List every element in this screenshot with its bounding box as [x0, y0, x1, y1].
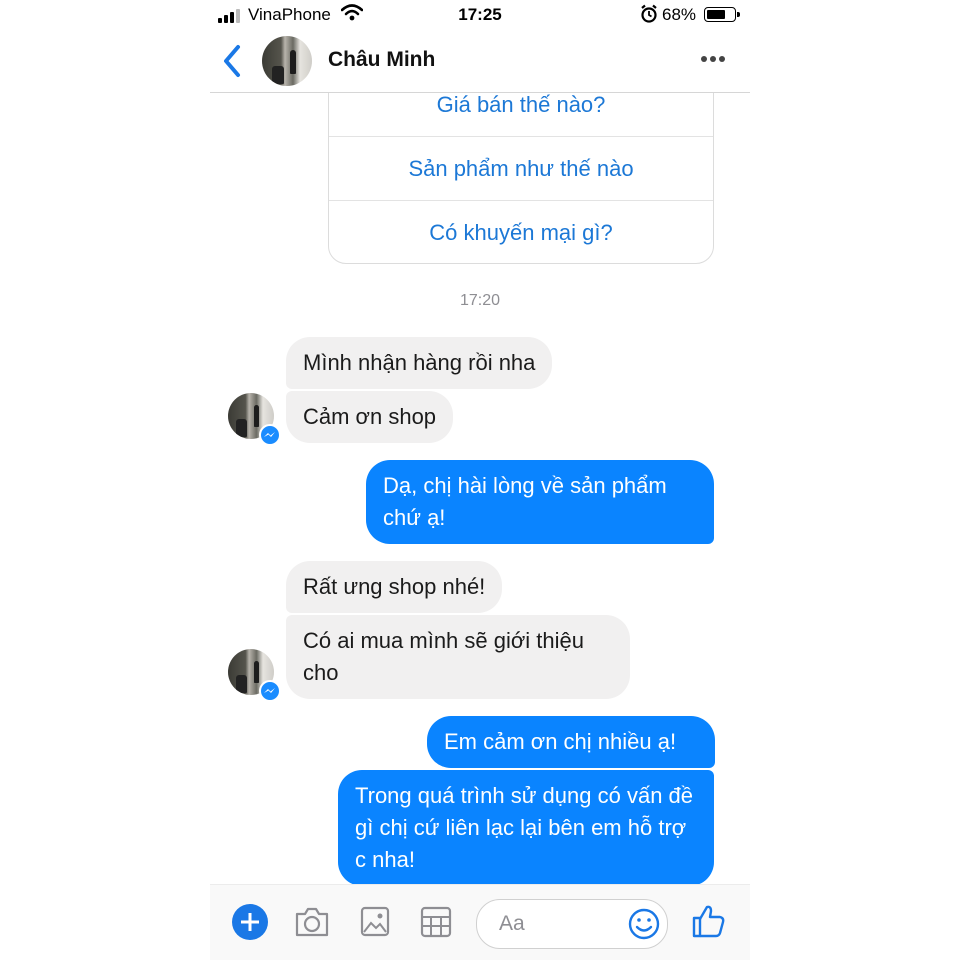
- sender-avatar[interactable]: [228, 649, 281, 702]
- emoji-icon[interactable]: [627, 907, 661, 941]
- quick-reply-product[interactable]: Sản phẩm như thế nào: [329, 136, 713, 201]
- outgoing-message[interactable]: Dạ, chị hài lòng về sản phẩm chứ ạ!: [366, 460, 714, 544]
- chat-header: Châu Minh: [210, 30, 750, 93]
- photo-icon[interactable]: [360, 905, 390, 939]
- status-bar: VinaPhone 17:25 68%: [210, 0, 750, 30]
- sticker-grid-icon[interactable]: [420, 905, 452, 939]
- incoming-message[interactable]: Mình nhận hàng rồi nha: [286, 337, 553, 389]
- incoming-message[interactable]: Cảm ơn shop: [286, 391, 454, 443]
- contact-name[interactable]: Châu Minh: [328, 48, 435, 72]
- plus-icon[interactable]: [232, 904, 268, 940]
- contact-avatar[interactable]: [262, 36, 312, 86]
- battery-icon: [704, 7, 740, 22]
- incoming-message[interactable]: Rất ưng shop nhé!: [286, 561, 503, 613]
- quick-reply-promotion[interactable]: Có khuyến mại gì?: [329, 200, 713, 265]
- more-options-icon[interactable]: [700, 54, 726, 64]
- messenger-chat-screen: VinaPhone 17:25 68% Châu Minh Giá bán th…: [210, 0, 750, 960]
- sender-avatar[interactable]: [228, 393, 281, 446]
- incoming-message[interactable]: Có ai mua mình sẽ giới thiệu cho: [286, 615, 630, 699]
- message-input-placeholder: Aa: [499, 912, 525, 935]
- messenger-badge-icon: [259, 680, 281, 702]
- like-thumb-icon[interactable]: [690, 903, 726, 939]
- outgoing-message[interactable]: Trong quá trình sử dụng có vấn đề gì chị…: [338, 770, 714, 886]
- message-input[interactable]: Aa: [476, 899, 668, 949]
- message-timestamp: 17:20: [459, 292, 501, 309]
- messenger-badge-icon: [259, 424, 281, 446]
- alarm-icon: [641, 4, 657, 23]
- outgoing-message[interactable]: Em cảm ơn chị nhiều ạ!: [427, 716, 715, 768]
- message-composer: Aa: [210, 884, 750, 960]
- back-chevron-icon[interactable]: [216, 42, 250, 80]
- camera-icon[interactable]: [294, 905, 330, 939]
- battery-percent: 68%: [662, 5, 697, 24]
